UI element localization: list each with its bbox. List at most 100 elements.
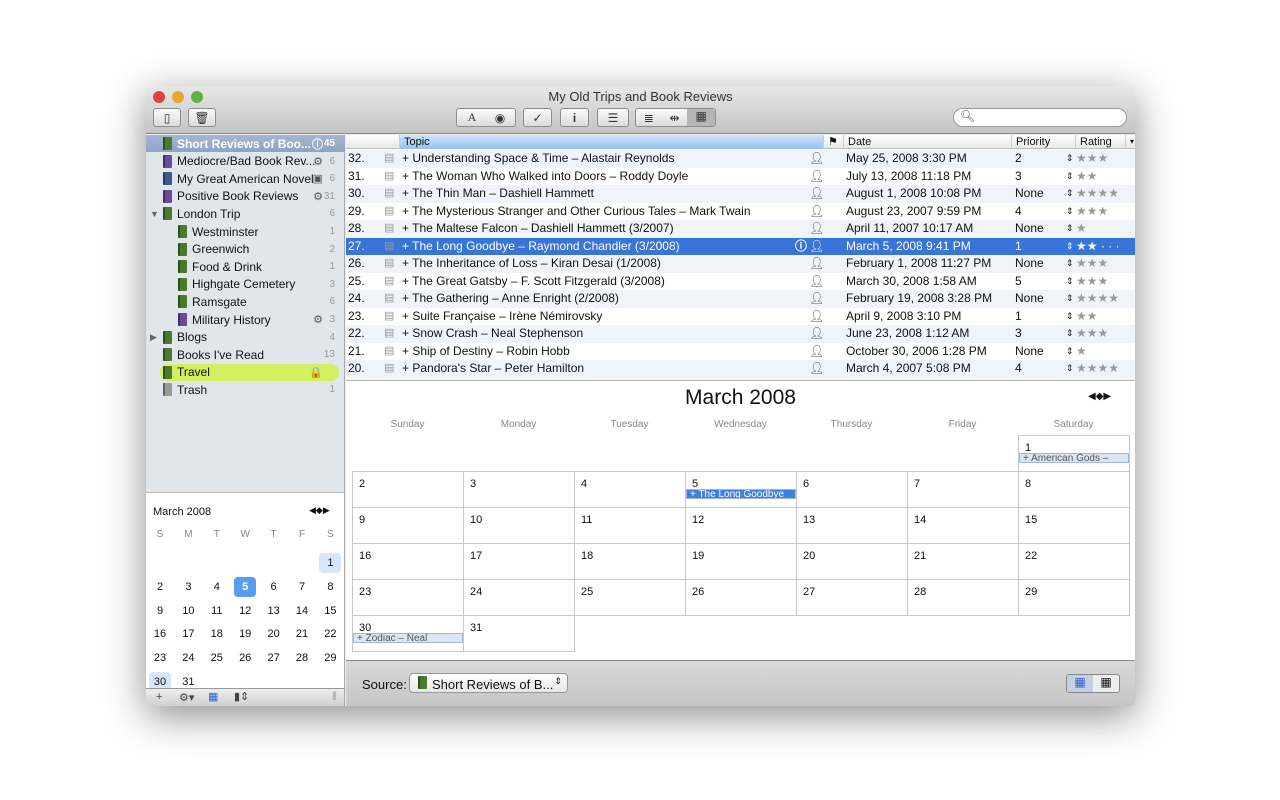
priority-stepper-icon[interactable]: ⇕ — [1066, 360, 1074, 378]
column-header-topic[interactable]: Topic — [399, 135, 823, 149]
rating-stars[interactable]: ★★★★ — [1076, 185, 1119, 203]
sidebar-item[interactable]: ▼ London Trip 6 — [146, 205, 345, 222]
mini-calendar-nav[interactable]: ◀◆▶ — [309, 505, 330, 516]
calendar-event[interactable]: + American Gods – — [1019, 453, 1129, 463]
add-icon[interactable]: + — [156, 691, 162, 703]
rating-stars[interactable]: ★★★ — [1076, 150, 1108, 168]
calendar-nav[interactable]: ◀◆▶ — [1088, 391, 1111, 402]
priority-stepper-icon[interactable]: ⇕ — [1066, 168, 1074, 186]
calendar-day-cell[interactable]: 9 — [352, 507, 464, 544]
checkmark-button[interactable]: ✓ — [523, 108, 552, 127]
mini-calendar-day[interactable]: 1 — [319, 553, 342, 573]
sidebar-item[interactable]: My Great American Novel ▣ 6 — [146, 170, 345, 187]
flag-icon[interactable]: ⚑ — [823, 135, 843, 149]
mini-calendar-day[interactable]: 28 — [291, 648, 313, 668]
table-row[interactable]: 30. ▤ + The Thin Man – Dashiell Hammett 👤︎ A… — [346, 185, 1135, 203]
notebook-menu-icon[interactable]: ▮⇕ — [234, 690, 249, 703]
priority-stepper-icon[interactable]: ⇕ — [1066, 150, 1074, 168]
priority-stepper-icon[interactable]: ⇕ — [1066, 343, 1074, 361]
mini-calendar-day[interactable]: 7 — [291, 577, 313, 597]
font-button[interactable]: A — [458, 110, 486, 125]
list-view-button[interactable]: ☰ — [597, 108, 629, 127]
priority-stepper-icon[interactable]: ⇕ — [1066, 290, 1074, 308]
rating-stars[interactable]: ★ — [1076, 220, 1087, 238]
priority-stepper-icon[interactable]: ⇕ — [1066, 325, 1074, 343]
sidebar-item[interactable]: Highgate Cemetery 3 — [146, 276, 345, 293]
rating-stars[interactable]: ★★★ — [1076, 203, 1108, 221]
rating-stars[interactable]: ★★ — [1076, 168, 1098, 186]
mini-calendar-day[interactable]: 26 — [234, 648, 256, 668]
mini-calendar-day[interactable]: 2 — [149, 577, 171, 597]
mini-calendar-day[interactable]: 12 — [234, 601, 256, 621]
column-header-priority[interactable]: Priority — [1011, 135, 1075, 149]
mini-calendar-day[interactable]: 9 — [149, 601, 171, 621]
rating-stars[interactable]: ★★★ — [1076, 255, 1108, 273]
mini-calendar-day[interactable]: 6 — [263, 577, 285, 597]
sidebar-item[interactable]: Trash 1 — [146, 381, 345, 398]
calendar-day-cell[interactable]: 22 — [1018, 543, 1130, 580]
table-row[interactable]: 26. ▤ + The Inheritance of Loss – Kiran De… — [346, 255, 1135, 273]
resize-handle-icon[interactable]: ⦀ — [332, 691, 337, 704]
calendar-day-cell[interactable]: 10 — [463, 507, 575, 544]
sidebar-item[interactable]: Greenwich 2 — [146, 241, 345, 258]
mini-calendar-day[interactable]: 29 — [319, 648, 341, 668]
table-row[interactable]: 25. ▤ + The Great Gatsby – F. Scott Fitzge… — [346, 273, 1135, 291]
calendar-day-cell[interactable]: 30 + Zodiac – Neal — [352, 615, 464, 652]
column-menu-icon[interactable]: ▾ — [1125, 135, 1135, 149]
calendar-day-cell[interactable]: 6 — [796, 471, 908, 508]
sidebar-item[interactable]: Positive Book Reviews ⚙ 31 — [146, 188, 345, 205]
calendar-day-cell[interactable]: 3 — [463, 471, 575, 508]
calendar-day-cell[interactable]: 8 — [1018, 471, 1130, 508]
sidebar-item[interactable]: Books I've Read 13 — [146, 346, 345, 363]
info-icon[interactable]: ⓘ — [795, 238, 807, 256]
calendar-day-cell[interactable]: 14 — [907, 507, 1019, 544]
table-row[interactable]: 32. ▤ + Understanding Space & Time – Alast… — [346, 150, 1135, 168]
calendar-day-cell[interactable]: 18 — [574, 543, 686, 580]
priority-stepper-icon[interactable]: ⇕ — [1066, 255, 1074, 273]
calendar-day-cell[interactable]: 7 — [907, 471, 1019, 508]
mini-calendar-day[interactable]: 25 — [206, 648, 228, 668]
calendar-day-cell[interactable]: 31 — [463, 615, 575, 652]
rating-stars[interactable]: ★★★★ — [1076, 360, 1119, 378]
new-document-button[interactable]: ▯ — [153, 108, 181, 127]
calendar-day-cell[interactable]: 1 + American Gods – — [1018, 435, 1130, 472]
sidebar-item[interactable]: ▶ Blogs 4 — [146, 329, 345, 346]
table-row[interactable]: 28. ▤ + The Maltese Falcon – Dashiell Hamm… — [346, 220, 1135, 238]
priority-stepper-icon[interactable]: ⇕ — [1066, 185, 1074, 203]
calendar-day-cell[interactable]: 24 — [463, 579, 575, 616]
mini-calendar-day[interactable]: 4 — [206, 577, 228, 597]
calendar-day-cell[interactable]: 16 — [352, 543, 464, 580]
calendar-day-cell[interactable]: 25 — [574, 579, 686, 616]
mini-calendar-day[interactable]: 24 — [177, 648, 199, 668]
mini-calendar-day[interactable]: 11 — [206, 601, 228, 621]
rating-stars[interactable]: ★★★ — [1076, 273, 1108, 291]
mini-calendar-day[interactable]: 17 — [177, 624, 199, 644]
rating-stars[interactable]: ★ — [1076, 343, 1087, 361]
priority-stepper-icon[interactable]: ⇕ — [1066, 273, 1074, 291]
priority-stepper-icon[interactable]: ⇕ — [1066, 220, 1074, 238]
calendar-view-icon[interactable]: ▦ — [687, 109, 715, 126]
sidebar-item[interactable]: Travel 🔒 — [146, 363, 345, 381]
calendar-day-cell[interactable]: 28 — [907, 579, 1019, 616]
calendar-day-cell[interactable]: 4 — [574, 471, 686, 508]
rating-stars[interactable]: ★★★★ — [1076, 290, 1119, 308]
disclosure-triangle-icon[interactable]: ▶ — [150, 332, 157, 343]
mini-calendar-day[interactable]: 5 — [234, 576, 257, 597]
calendar-day-cell[interactable]: 20 — [796, 543, 908, 580]
calendar-day-cell[interactable]: 21 — [907, 543, 1019, 580]
rating-stars[interactable]: ★★ · · · — [1076, 238, 1120, 256]
table-row[interactable]: 31. ▤ + The Woman Who Walked into Doors – … — [346, 168, 1135, 186]
mini-calendar-day[interactable]: 20 — [263, 624, 285, 644]
table-row[interactable]: 23. ▤ + Suite Française – Irène Némirovsky… — [346, 308, 1135, 326]
calendar-event[interactable]: + The Long Goodbye — [686, 489, 796, 499]
mini-calendar-day[interactable]: 23 — [149, 648, 171, 668]
sidebar-item[interactable]: Westminster 1 — [146, 223, 345, 240]
split-view-icon[interactable]: ⇹ — [662, 111, 688, 125]
priority-stepper-icon[interactable]: ⇕ — [1066, 203, 1074, 221]
mini-calendar-day[interactable]: 16 — [149, 624, 171, 644]
mini-calendar-day[interactable]: 3 — [177, 577, 199, 597]
calendar-toggle-icon[interactable]: ▦ — [208, 690, 218, 703]
disclosure-triangle-icon[interactable]: ▼ — [150, 209, 159, 219]
mini-calendar-day[interactable]: 10 — [177, 601, 199, 621]
mini-calendar-day[interactable]: 14 — [291, 601, 313, 621]
